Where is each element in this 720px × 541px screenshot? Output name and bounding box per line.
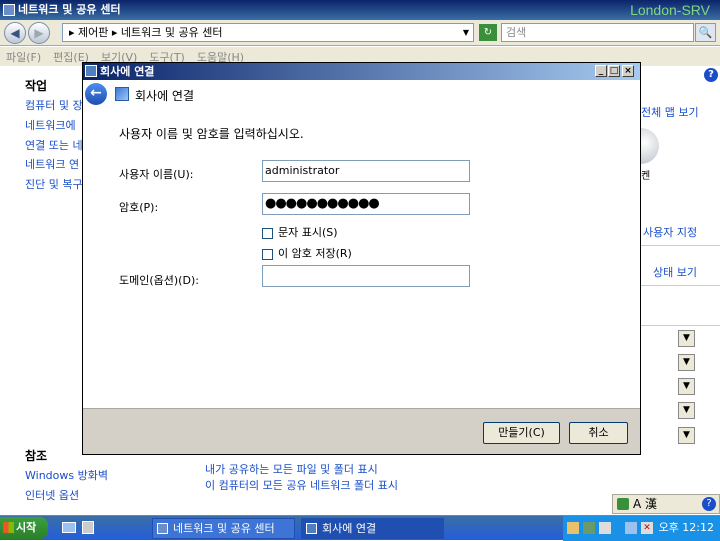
divider: [641, 325, 720, 326]
dialog-title: 회사에 연결: [100, 65, 155, 78]
server-manager-icon[interactable]: [82, 521, 94, 534]
taskbar-item-label: 회사에 연결: [322, 522, 377, 535]
task-link[interactable]: 네트워크에: [25, 117, 76, 133]
password-field[interactable]: ●●●●●●●●●●●: [262, 193, 470, 215]
view-status-link[interactable]: 상태 보기: [653, 264, 697, 280]
dropdown-chevron-icon[interactable]: ▼: [678, 330, 695, 347]
taskbar-item-active[interactable]: 회사에 연결: [301, 518, 444, 539]
shared-files-link[interactable]: 내가 공유하는 모든 파일 및 폴더 표시: [205, 461, 378, 477]
instruction-text: 사용자 이름 및 암호를 입력하십시오.: [119, 127, 304, 141]
clock: 오후 12:12: [658, 521, 714, 534]
vpn-icon: [306, 523, 317, 534]
see-also-heading: 참조: [25, 449, 48, 463]
cancel-button[interactable]: 취소: [569, 422, 628, 444]
breadcrumb: ▸ 제어판 ▸ 네트워크 및 공유 센터: [69, 26, 223, 39]
start-label: 시작: [16, 521, 37, 534]
back-arrow-icon[interactable]: ←: [85, 83, 107, 105]
dialog-titlebar: 회사에 연결 _ □ ×: [83, 63, 640, 80]
dialog-body: 사용자 이름 및 암호를 입력하십시오. 사용자 이름(U): administ…: [83, 108, 640, 408]
dropdown-chevron-icon[interactable]: ▼: [678, 378, 695, 395]
close-icon[interactable]: ×: [622, 65, 634, 77]
username-label: 사용자 이름(U):: [119, 168, 194, 181]
address-bar[interactable]: ▸ 제어판 ▸ 네트워크 및 공유 센터 ▼: [62, 23, 474, 42]
dialog-header: ← 회사에 연결: [83, 80, 640, 108]
shared-folders-link[interactable]: 이 컴퓨터의 모든 공유 네트워크 폴더 표시: [205, 477, 398, 493]
language-bar-text: A 漢: [633, 497, 658, 511]
task-link[interactable]: 진단 및 복구: [25, 176, 83, 192]
tray-icon[interactable]: [567, 522, 579, 534]
dropdown-chevron-icon[interactable]: ▼: [678, 354, 695, 371]
help-icon[interactable]: ?: [702, 497, 716, 511]
domain-field[interactable]: [262, 265, 470, 287]
forward-arrow-icon[interactable]: ▶: [28, 22, 50, 44]
system-tray: ✕ 오후 12:12: [563, 516, 720, 541]
maximize-icon[interactable]: □: [608, 65, 620, 77]
ime-icon[interactable]: [617, 498, 629, 510]
menu-file[interactable]: 파일(F): [0, 47, 47, 67]
customize-link[interactable]: 사용자 지정: [643, 224, 697, 240]
language-bar[interactable]: A 漢 ?: [612, 494, 720, 514]
minimize-icon[interactable]: _: [595, 65, 607, 77]
search-icon[interactable]: 🔍: [695, 23, 716, 42]
checkbox-box[interactable]: [262, 248, 273, 260]
tray-icon[interactable]: [599, 522, 611, 534]
background-window-title: 네트워크 및 공유 센터: [18, 3, 121, 16]
connect-dialog: 회사에 연결 _ □ × ← 회사에 연결 사용자 이름 및 암호를 입력하십시…: [82, 62, 641, 455]
divider: [641, 245, 720, 246]
taskbar-item[interactable]: 네트워크 및 공유 센터: [152, 518, 295, 539]
dropdown-chevron-icon[interactable]: ▼: [678, 402, 695, 419]
search-input[interactable]: 검색: [501, 23, 694, 42]
checkbox-box[interactable]: [262, 227, 273, 239]
taskbar-item-label: 네트워크 및 공유 센터: [173, 522, 275, 535]
task-link[interactable]: 컴퓨터 및 장: [25, 97, 83, 113]
back-arrow-icon[interactable]: ◀: [4, 22, 26, 44]
task-link[interactable]: 연결 또는 네: [25, 137, 83, 153]
address-toolbar: ◀ ▶ ▸ 제어판 ▸ 네트워크 및 공유 센터 ▼ ↻ 검색 🔍: [0, 20, 720, 46]
show-desktop-icon[interactable]: [62, 522, 76, 533]
refresh-icon[interactable]: ↻: [479, 24, 497, 41]
network-tray-icon[interactable]: [625, 522, 637, 534]
show-chars-label: 문자 표시(S): [278, 226, 338, 239]
start-button[interactable]: 시작: [0, 517, 48, 539]
remember-label: 이 암호 저장(R): [278, 247, 352, 260]
firewall-link[interactable]: Windows 방화벽: [25, 467, 108, 483]
show-chars-checkbox[interactable]: 문자 표시(S): [262, 224, 338, 240]
divider: [641, 285, 720, 286]
internet-options-link[interactable]: 인터넷 옵션: [25, 487, 79, 503]
watermark: London-SRV: [630, 2, 710, 18]
globe-icon: [641, 128, 659, 164]
tray-icon[interactable]: [583, 522, 595, 534]
chevron-down-icon[interactable]: ▼: [463, 24, 469, 41]
domain-label: 도메인(옵션)(D):: [119, 274, 199, 287]
network-center-icon: [3, 4, 15, 16]
dialog-app-icon: [85, 65, 97, 77]
username-field[interactable]: administrator: [262, 160, 470, 182]
full-map-link[interactable]: 전체 맵 보기: [641, 104, 699, 120]
background-window-titlebar: 네트워크 및 공유 센터: [0, 0, 720, 20]
remember-password-checkbox[interactable]: 이 암호 저장(R): [262, 245, 352, 261]
tasks-heading: 작업: [25, 79, 48, 93]
dialog-header-title: 회사에 연결: [135, 89, 195, 103]
windows-logo-icon: [3, 522, 14, 533]
create-button[interactable]: 만들기(C): [483, 422, 560, 444]
task-link[interactable]: 네트워크 연: [25, 156, 79, 172]
help-icon[interactable]: ?: [704, 68, 718, 82]
network-center-icon: [157, 523, 168, 534]
right-caption: 켄: [641, 171, 651, 182]
volume-muted-icon[interactable]: ✕: [641, 522, 653, 534]
dialog-footer: 만들기(C) 취소: [83, 408, 640, 454]
dropdown-chevron-icon[interactable]: ▼: [678, 427, 695, 444]
vpn-icon: [115, 87, 129, 101]
taskbar: 시작 네트워크 및 공유 센터 회사에 연결 ✕ 오후 12:12: [0, 515, 720, 541]
password-label: 암호(P):: [119, 201, 159, 214]
